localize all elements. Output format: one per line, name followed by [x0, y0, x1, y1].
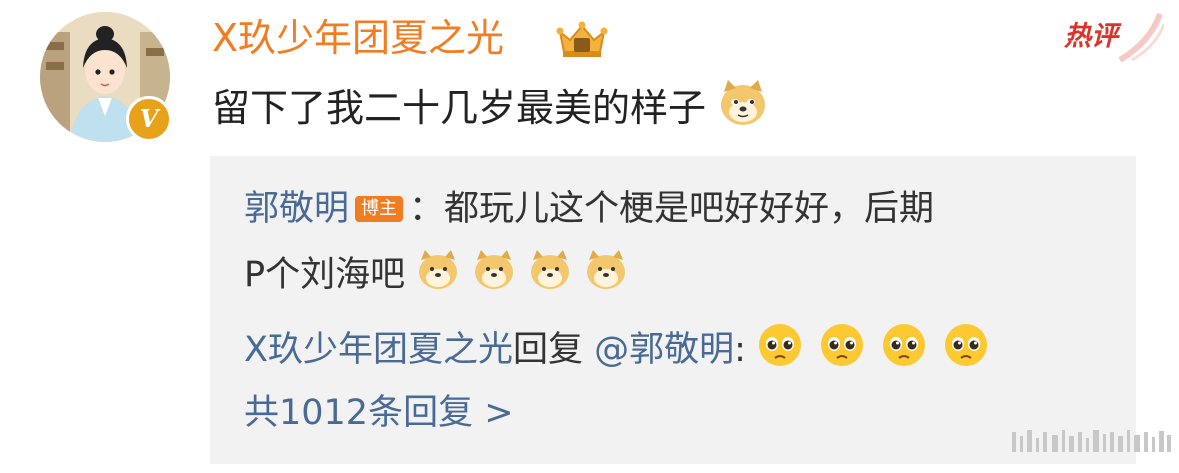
doge-emoji: [416, 248, 628, 304]
verified-badge-letter: V: [139, 104, 159, 133]
reply-box: 郭敬明 博主 ：都玩儿这个梗是吧好好好，后期 P个刘海吧 X玖少年团夏之光回复 …: [210, 156, 1136, 464]
author-tag-badge: 博主: [355, 196, 404, 222]
comment-text: 留下了我二十几岁最美的样子: [212, 78, 768, 143]
more-replies-link[interactable]: 共1012条回复 >: [244, 390, 514, 436]
reply-2-line: X玖少年团夏之光回复 @郭敬明:: [244, 322, 993, 380]
pleading-face-emoji: [757, 322, 993, 380]
watermark-bars: [1012, 430, 1171, 452]
doge-emoji: [718, 78, 768, 143]
reply-1-line-2: P个刘海吧: [244, 248, 628, 304]
comment-username[interactable]: X玖少年团夏之光: [212, 12, 504, 64]
crown-icon: [556, 21, 608, 57]
hot-comment-label: 热评: [1064, 21, 1118, 52]
reply-1-author[interactable]: 郭敬明: [244, 189, 349, 229]
comment-text-body: 留下了我二十几岁最美的样子: [212, 86, 707, 130]
reply-1-separator: ：: [409, 189, 445, 229]
reply-1-text-line-2: P个刘海吧: [244, 255, 406, 295]
reply-2-author[interactable]: X玖少年团夏之光: [244, 330, 513, 370]
reply-1-line-1: 郭敬明 博主 ：都玩儿这个梗是吧好好好，后期: [244, 186, 934, 232]
reply-2-reply-word: 回复: [512, 330, 583, 370]
reply-2-colon: :: [734, 330, 746, 370]
verified-badge: V: [126, 96, 172, 142]
reply-1-text-line-1: 都玩儿这个梗是吧好好好，后期: [444, 189, 935, 229]
reply-2-mention[interactable]: @郭敬明: [594, 330, 734, 370]
